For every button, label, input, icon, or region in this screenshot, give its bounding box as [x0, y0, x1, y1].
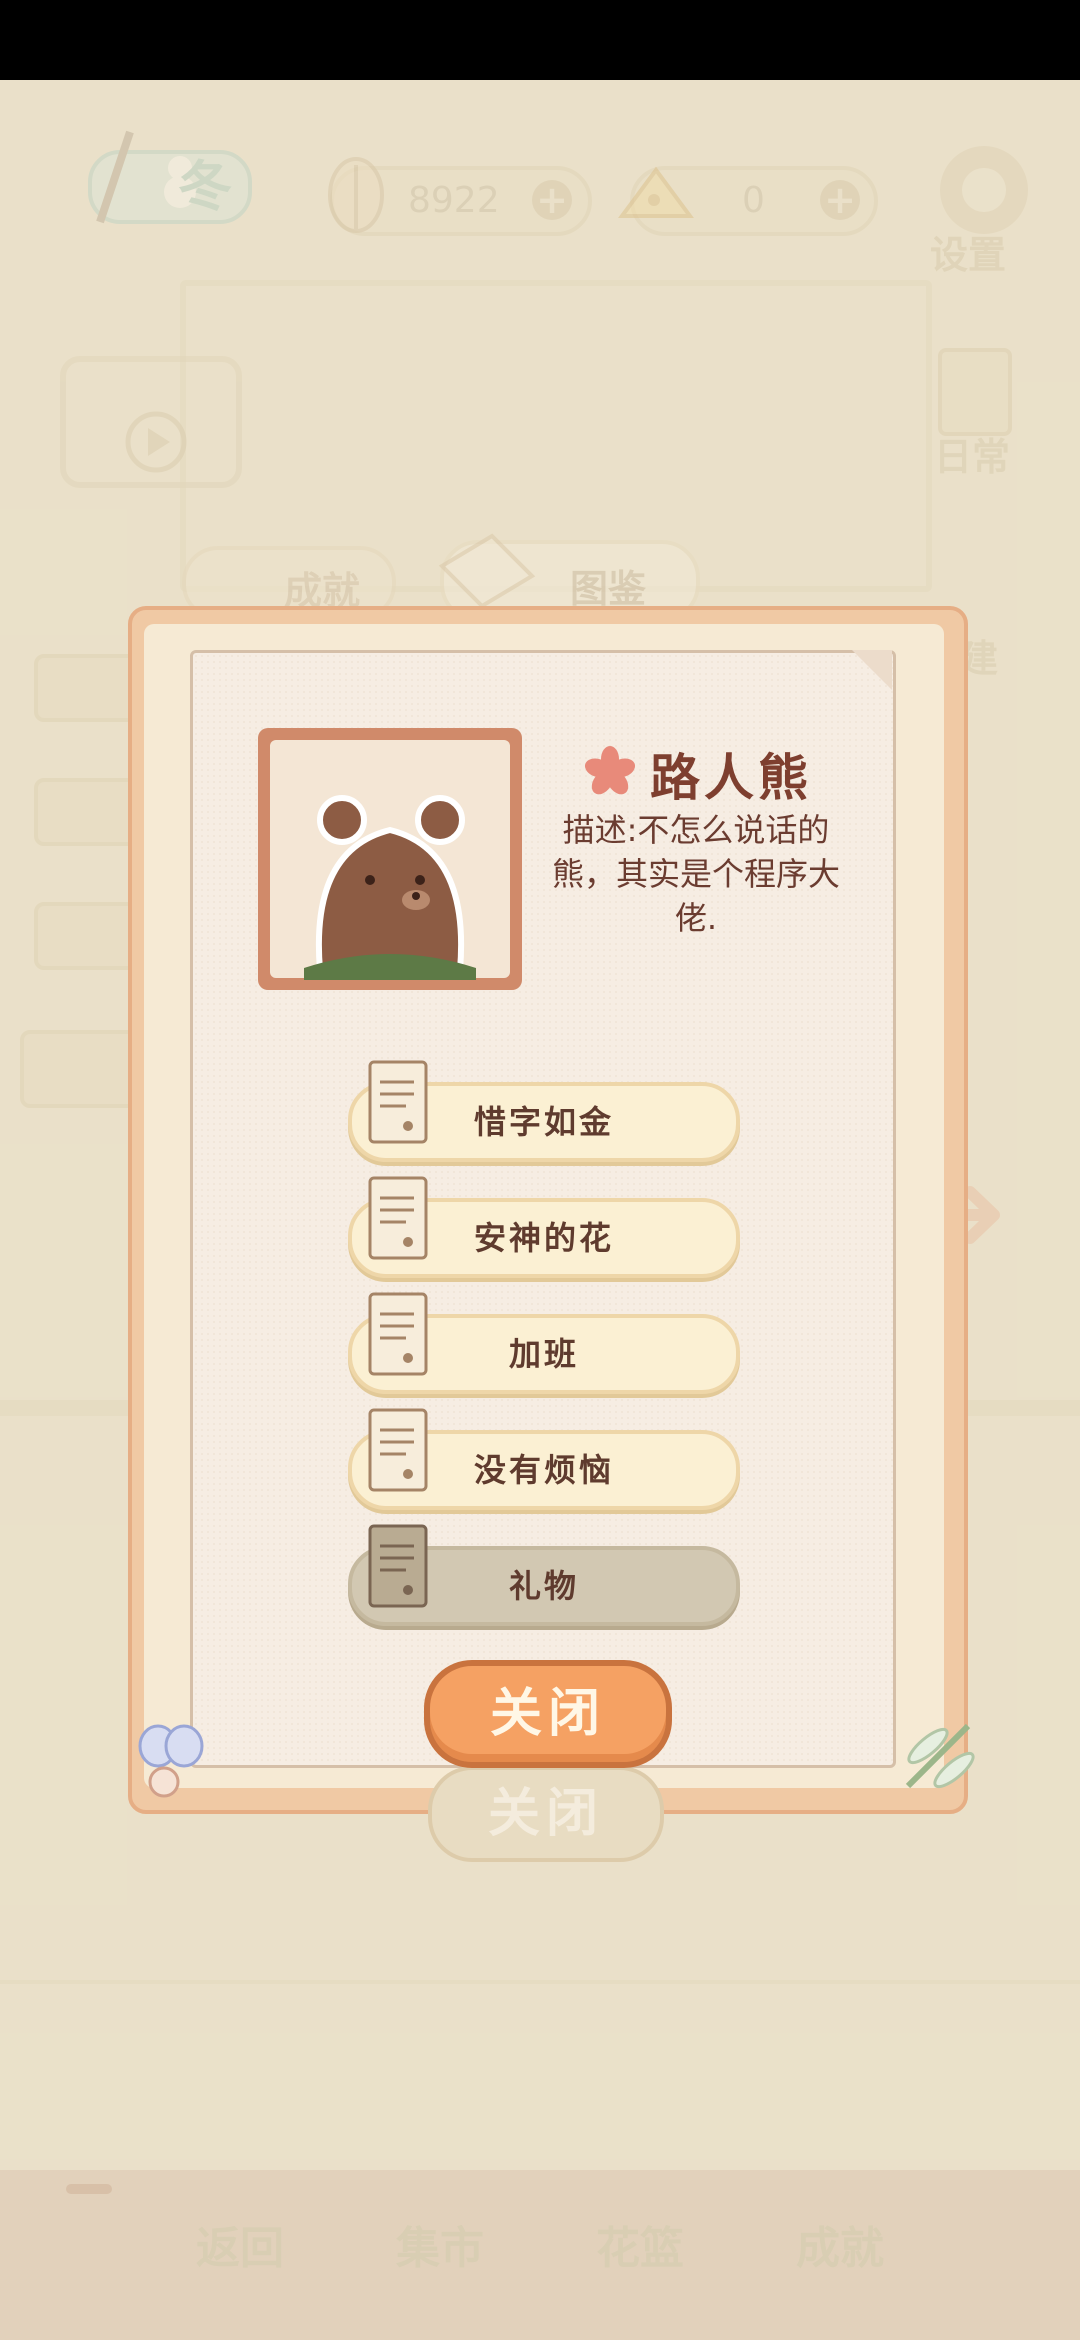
dragonfly-icon [905, 1723, 975, 1789]
close-button-shadow-label: 关闭 [487, 1784, 604, 1844]
close-button[interactable]: 关闭 [424, 1660, 672, 1768]
story-button-locked[interactable]: 礼物 [348, 1524, 740, 1626]
close-button-label: 关闭 [489, 1684, 606, 1744]
close-button-shadow: 关闭 [428, 1766, 664, 1862]
story-button[interactable]: 加班 [348, 1292, 740, 1394]
story-label: 加班 [508, 1335, 579, 1373]
story-label: 惜字如金 [473, 1103, 614, 1141]
story-label: 礼物 [508, 1567, 579, 1605]
character-name: 路人熊 [650, 749, 812, 807]
story-button[interactable]: 惜字如金 [348, 1060, 740, 1162]
story-label: 安神的花 [473, 1219, 614, 1257]
character-description: 描述:不怎么说话的熊，其实是个程序大佬. [551, 811, 840, 937]
story-label: 没有烦恼 [473, 1451, 614, 1489]
butterfly-icon [138, 1724, 204, 1798]
story-button[interactable]: 没有烦恼 [348, 1408, 740, 1510]
status-bar [0, 0, 1080, 80]
story-button[interactable]: 安神的花 [348, 1176, 740, 1278]
paper-curl [852, 650, 892, 690]
sakura-flower-icon [584, 746, 636, 795]
bear-portrait [304, 795, 476, 980]
